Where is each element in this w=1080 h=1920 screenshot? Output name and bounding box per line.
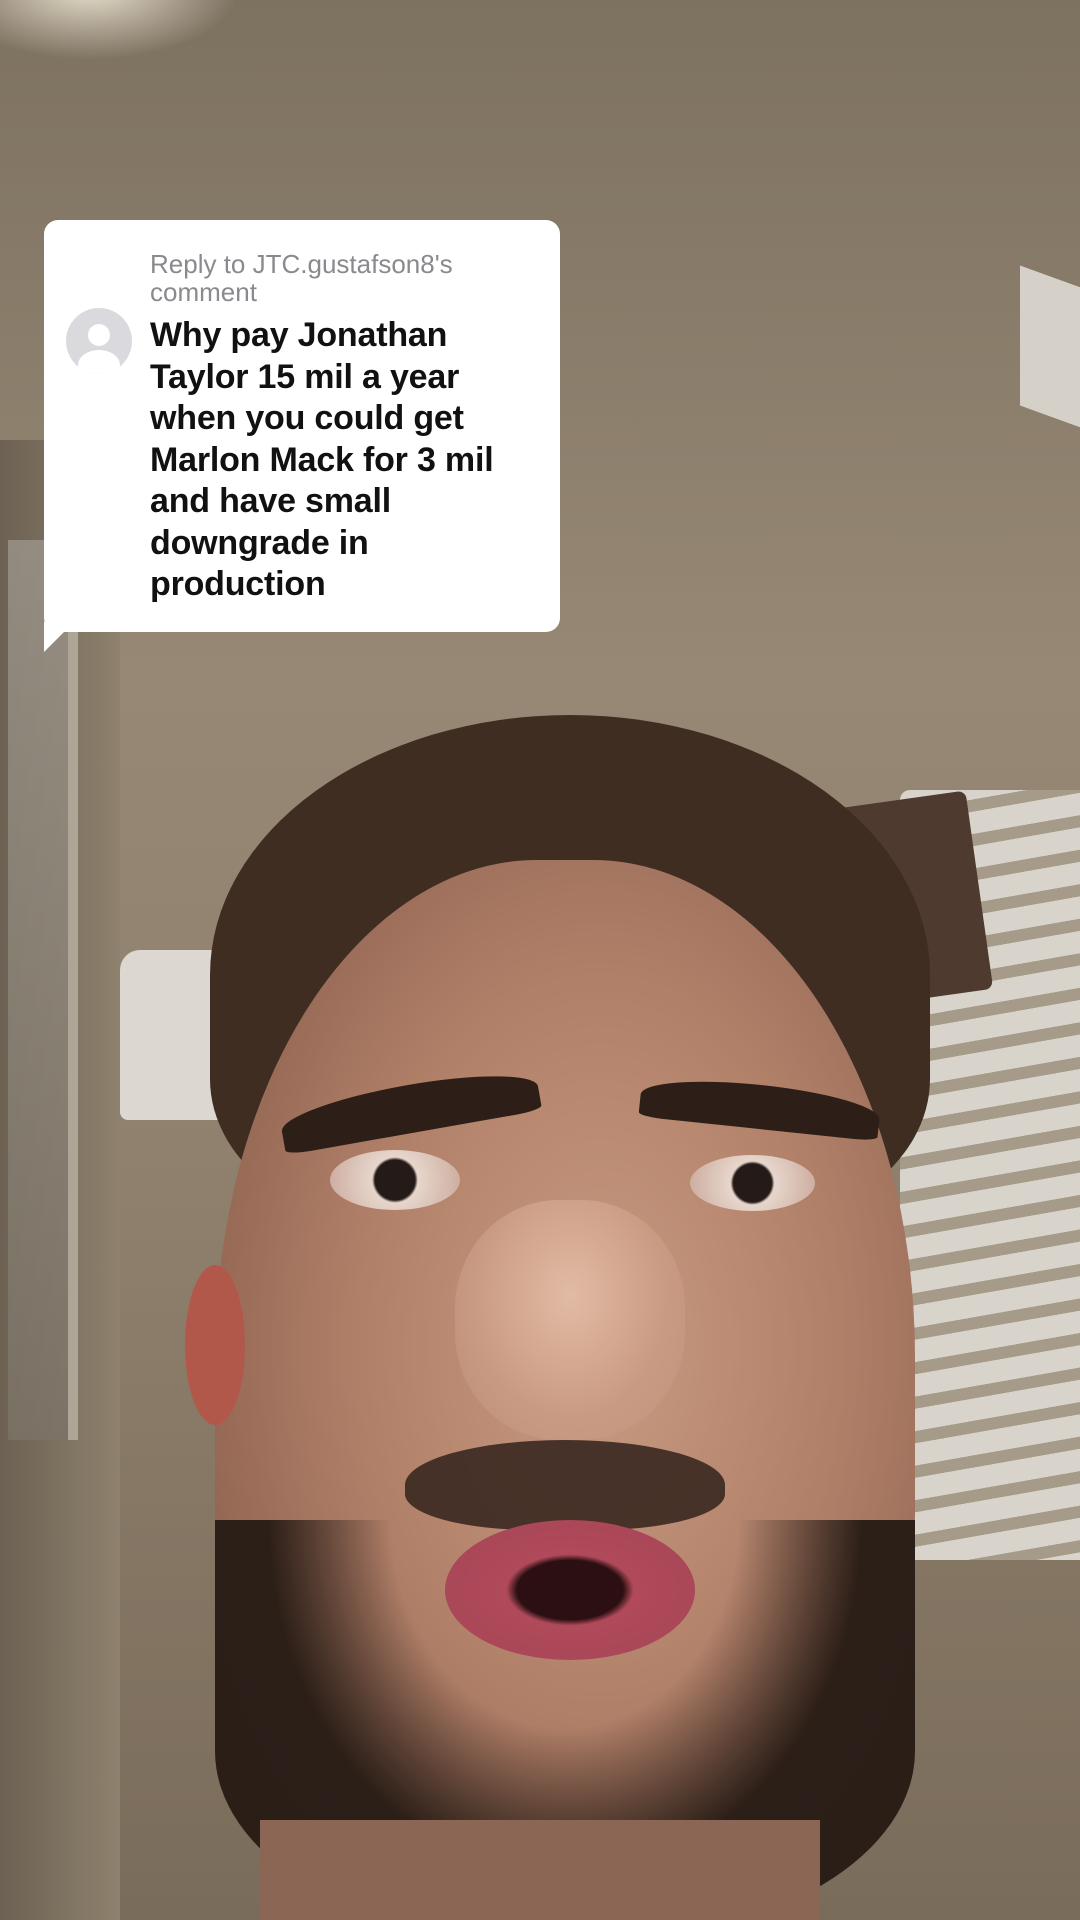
person-nose	[455, 1200, 685, 1440]
default-user-avatar-icon	[66, 308, 132, 374]
ceiling-light	[0, 0, 240, 60]
person-mustache	[405, 1440, 725, 1530]
avatar-body-shape	[78, 350, 120, 374]
reply-comment-sticker[interactable]: Reply to JTC.gustafson8's comment Why pa…	[44, 220, 560, 632]
reply-to-label: Reply to JTC.gustafson8's comment	[150, 249, 453, 307]
avatar-head-shape	[88, 324, 110, 346]
person-mouth	[445, 1520, 695, 1660]
left-eye	[330, 1150, 460, 1210]
reply-comment-text: Why pay Jonathan Taylor 15 mil a year wh…	[150, 316, 494, 603]
person-neck	[260, 1820, 820, 1920]
mirror-frame	[8, 540, 78, 1440]
person-ear	[185, 1265, 245, 1425]
right-eye	[690, 1155, 815, 1211]
shelf	[1020, 265, 1080, 435]
